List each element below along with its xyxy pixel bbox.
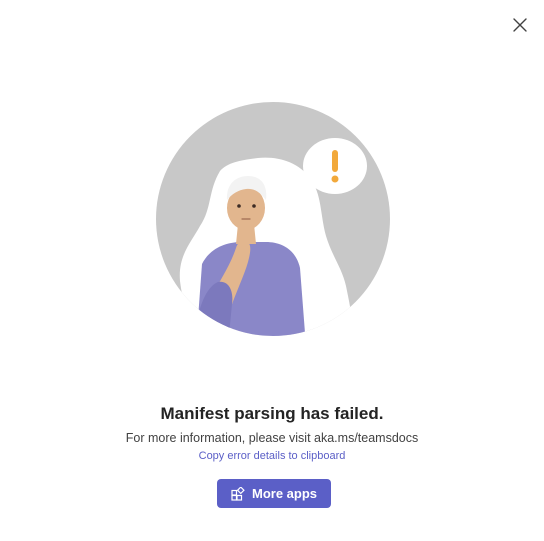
more-apps-button[interactable]: More apps [217,479,331,508]
error-illustration [150,96,400,346]
more-apps-label: More apps [251,486,317,501]
info-text: For more information, please visit aka.m… [125,431,419,445]
close-icon [513,18,527,32]
copy-error-details-link[interactable]: Copy error details to clipboard [0,450,544,462]
close-button[interactable] [508,13,532,37]
error-title: Manifest parsing has failed. [160,404,384,423]
apps-add-icon [231,486,245,501]
